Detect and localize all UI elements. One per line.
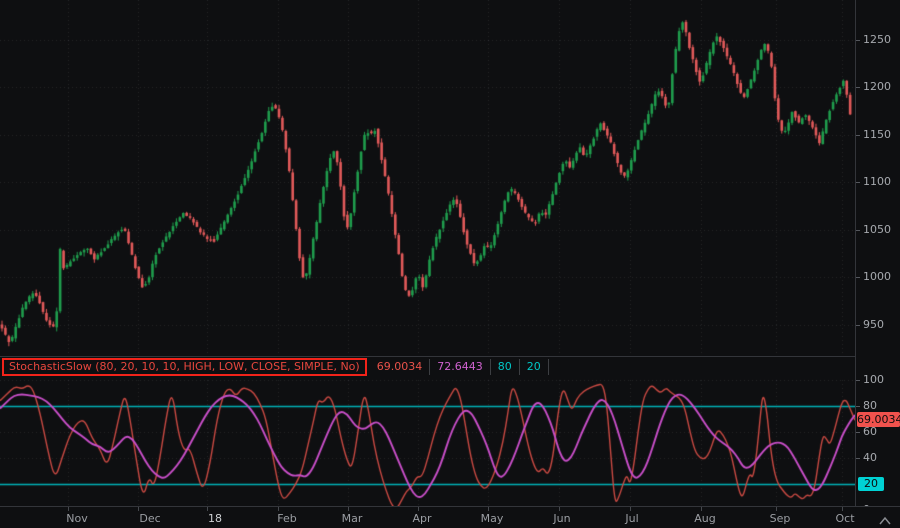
- time-axis-tickmark: [776, 507, 777, 511]
- lower-band-value: 20: [520, 359, 549, 375]
- price-axis-tickmark: [856, 325, 860, 326]
- price-axis[interactable]: 69.0034 20 1250 1200 1150 1100 1050 1000 950 10…: [855, 0, 900, 516]
- price-axis-tick: 1150: [863, 128, 891, 141]
- time-axis-tickmark: [488, 507, 489, 511]
- time-axis-tickmark: [842, 507, 843, 511]
- price-axis-tick: 1250: [863, 33, 891, 46]
- time-axis-label[interactable]: Jul: [625, 512, 638, 525]
- price-axis-tickmark: [856, 40, 860, 41]
- time-axis-label[interactable]: Aug: [694, 512, 715, 525]
- slow-d-value: 72.6443: [430, 359, 491, 375]
- stochastic-k-axis-badge: 69.0034: [857, 412, 900, 427]
- time-axis-tickmark: [559, 507, 560, 511]
- stoch-axis-tickmark: [856, 432, 860, 433]
- stochastic-pane-canvas[interactable]: [0, 376, 855, 506]
- upper-band-value: 80: [491, 359, 520, 375]
- stoch-axis-tick: 100: [863, 373, 884, 386]
- stoch-axis-tick: 40: [863, 451, 877, 464]
- time-axis-label[interactable]: Jun: [553, 512, 570, 525]
- price-chart-canvas[interactable]: [0, 0, 855, 357]
- price-axis-tickmark: [856, 182, 860, 183]
- price-axis-tickmark: [856, 135, 860, 136]
- time-axis-label[interactable]: Feb: [277, 512, 296, 525]
- price-axis-tickmark: [856, 230, 860, 231]
- price-axis-tickmark: [856, 277, 860, 278]
- time-axis-tickmark: [701, 507, 702, 511]
- price-axis-tick: 1000: [863, 270, 891, 283]
- slow-k-value: 69.0034: [370, 359, 431, 375]
- trading-chart-window: StochasticSlow (80, 20, 10, 10, HIGH, LO…: [0, 0, 900, 528]
- chevron-up-icon[interactable]: [878, 511, 892, 525]
- time-axis[interactable]: Nov Dec 18 Feb Mar Apr May Jun Jul Aug Sep Oct: [0, 506, 900, 528]
- time-axis-label[interactable]: Apr: [412, 512, 431, 525]
- stoch-axis-tickmark: [856, 380, 860, 381]
- time-axis-label[interactable]: Mar: [342, 512, 363, 525]
- time-axis-tickmark: [68, 507, 69, 511]
- price-axis-tick: 950: [863, 318, 884, 331]
- stochastic-indicator-label[interactable]: StochasticSlow (80, 20, 10, 10, HIGH, LO…: [2, 358, 367, 376]
- indicator-legend-row: StochasticSlow (80, 20, 10, 10, HIGH, LO…: [0, 356, 855, 377]
- price-axis-tick: 1100: [863, 175, 891, 188]
- time-axis-label[interactable]: May: [481, 512, 504, 525]
- stoch-axis-tickmark: [856, 406, 860, 407]
- time-axis-tickmark: [278, 507, 279, 511]
- price-axis-tick: 1050: [863, 223, 891, 236]
- time-axis-label[interactable]: Oct: [835, 512, 854, 525]
- time-axis-tickmark: [630, 507, 631, 511]
- time-axis-tickmark: [348, 507, 349, 511]
- time-axis-label[interactable]: Nov: [66, 512, 87, 525]
- time-axis-tickmark: [418, 507, 419, 511]
- lower-band-axis-badge: 20: [858, 477, 884, 491]
- stoch-axis-tick: 80: [863, 399, 877, 412]
- time-axis-tickmark: [207, 507, 208, 511]
- price-axis-tickmark: [856, 87, 860, 88]
- price-axis-tick: 1200: [863, 80, 891, 93]
- time-axis-label[interactable]: Sep: [770, 512, 791, 525]
- time-axis-label[interactable]: Dec: [139, 512, 160, 525]
- time-axis-tickmark: [138, 507, 139, 511]
- stoch-axis-tickmark: [856, 458, 860, 459]
- time-axis-label[interactable]: 18: [208, 512, 222, 525]
